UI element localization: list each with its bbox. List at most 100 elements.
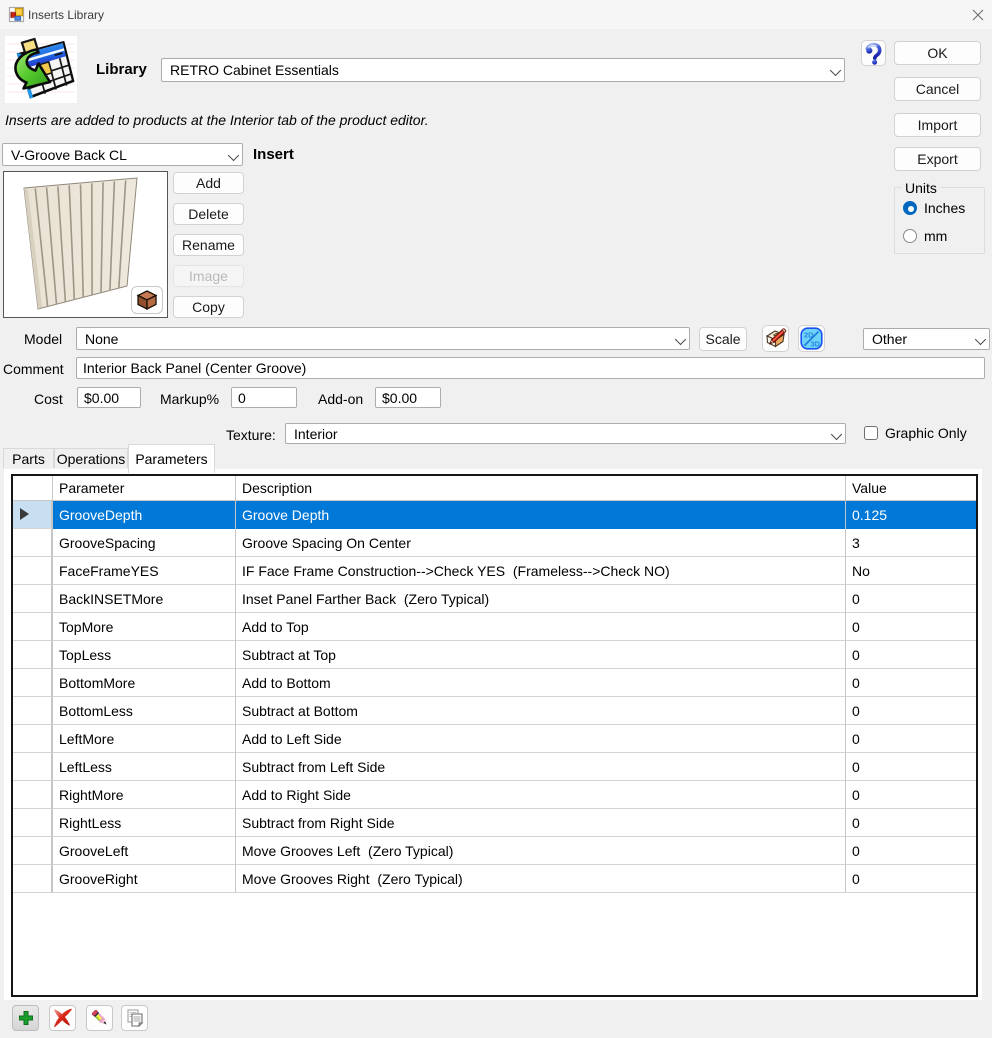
- cell-parameter[interactable]: BottomMore: [52, 669, 235, 697]
- comment-input[interactable]: Interior Back Panel (Center Groove): [76, 357, 985, 379]
- cell-parameter[interactable]: FaceFrameYES: [52, 557, 235, 585]
- cell-value[interactable]: 0: [845, 641, 976, 669]
- grid-row-TopLess[interactable]: TopLessSubtract at Top0: [13, 641, 977, 669]
- insert-combobox[interactable]: V-Groove Back CL: [2, 143, 243, 166]
- cell-description[interactable]: Move Grooves Right (Zero Typical): [235, 865, 845, 893]
- cell-parameter[interactable]: GrooveSpacing: [52, 529, 235, 557]
- row-header[interactable]: [13, 641, 52, 669]
- cell-parameter[interactable]: RightMore: [52, 781, 235, 809]
- help-button[interactable]: [861, 40, 886, 66]
- cell-description[interactable]: Add to Right Side: [235, 781, 845, 809]
- row-header[interactable]: [13, 557, 52, 585]
- texture-combobox[interactable]: Interior: [285, 423, 846, 444]
- cell-value[interactable]: 3: [845, 529, 976, 557]
- row-header[interactable]: [13, 697, 52, 725]
- cell-value[interactable]: 0: [845, 781, 976, 809]
- cancel-button[interactable]: Cancel: [894, 77, 981, 101]
- 2d3d-toggle-button[interactable]: 2D 3D: [798, 325, 825, 352]
- grid-row-TopMore[interactable]: TopMoreAdd to Top0: [13, 613, 977, 641]
- cell-description[interactable]: Subtract from Right Side: [235, 809, 845, 837]
- tab-parts[interactable]: Parts: [3, 448, 54, 468]
- tab-operations[interactable]: Operations: [54, 448, 128, 468]
- grid-add-button[interactable]: [12, 1005, 39, 1031]
- row-header[interactable]: [13, 669, 52, 697]
- grid-row-BottomLess[interactable]: BottomLessSubtract at Bottom0: [13, 697, 977, 725]
- row-header[interactable]: [13, 809, 52, 837]
- delete-button[interactable]: Delete: [173, 203, 244, 225]
- cell-value[interactable]: 0: [845, 613, 976, 641]
- cell-description[interactable]: Inset Panel Farther Back (Zero Typical): [235, 585, 845, 613]
- cell-value[interactable]: 0: [845, 725, 976, 753]
- row-header[interactable]: [13, 585, 52, 613]
- row-header[interactable]: [13, 781, 52, 809]
- grid-row-RightLess[interactable]: RightLessSubtract from Right Side0: [13, 809, 977, 837]
- copy-button[interactable]: Copy: [173, 296, 244, 318]
- cell-description[interactable]: IF Face Frame Construction-->Check YES (…: [235, 557, 845, 585]
- import-button[interactable]: Import: [894, 113, 981, 137]
- cell-description[interactable]: Add to Top: [235, 613, 845, 641]
- grid-row-FaceFrameYES[interactable]: FaceFrameYESIF Face Frame Construction--…: [13, 557, 977, 585]
- add-button[interactable]: Add: [173, 172, 244, 194]
- row-header[interactable]: [13, 753, 52, 781]
- row-header[interactable]: [13, 529, 52, 557]
- cell-value[interactable]: 0: [845, 585, 976, 613]
- cell-description[interactable]: Add to Left Side: [235, 725, 845, 753]
- grid-column-header-value[interactable]: Value: [845, 476, 976, 501]
- close-button[interactable]: [960, 0, 992, 29]
- cell-description[interactable]: Add to Bottom: [235, 669, 845, 697]
- cell-description[interactable]: Subtract at Top: [235, 641, 845, 669]
- grid-column-header-parameter[interactable]: Parameter: [52, 476, 235, 501]
- cell-value[interactable]: 0: [845, 697, 976, 725]
- category-combobox[interactable]: Other: [863, 328, 990, 350]
- row-header[interactable]: [13, 837, 52, 865]
- export-button[interactable]: Export: [894, 147, 981, 171]
- radio-inches[interactable]: Inches: [903, 200, 965, 216]
- cell-value[interactable]: 0: [845, 865, 976, 893]
- tab-parameters[interactable]: Parameters: [128, 444, 215, 473]
- image-button[interactable]: Image: [173, 265, 244, 287]
- cell-value[interactable]: 0: [845, 669, 976, 697]
- grid-row-BackINSETMore[interactable]: BackINSETMoreInset Panel Farther Back (Z…: [13, 585, 977, 613]
- row-header[interactable]: [13, 501, 52, 529]
- grid-row-GrooveLeft[interactable]: GrooveLeftMove Grooves Left (Zero Typica…: [13, 837, 977, 865]
- grid-row-GrooveSpacing[interactable]: GrooveSpacingGroove Spacing On Center3: [13, 529, 977, 557]
- cell-description[interactable]: Subtract from Left Side: [235, 753, 845, 781]
- library-combobox[interactable]: RETRO Cabinet Essentials: [161, 58, 845, 82]
- rename-button[interactable]: Rename: [173, 234, 244, 256]
- cell-value[interactable]: 0: [845, 753, 976, 781]
- ok-button[interactable]: OK: [894, 41, 981, 65]
- row-header[interactable]: [13, 725, 52, 753]
- cell-parameter[interactable]: BottomLess: [52, 697, 235, 725]
- grid-row-BottomMore[interactable]: BottomMoreAdd to Bottom0: [13, 669, 977, 697]
- cell-description[interactable]: Subtract at Bottom: [235, 697, 845, 725]
- cell-parameter[interactable]: GrooveRight: [52, 865, 235, 893]
- grid-delete-button[interactable]: [49, 1005, 76, 1031]
- row-header[interactable]: [13, 865, 52, 893]
- grid-row-GrooveRight[interactable]: GrooveRightMove Grooves Right (Zero Typi…: [13, 865, 977, 893]
- cell-description[interactable]: Groove Depth: [235, 501, 845, 529]
- model-combobox[interactable]: None: [76, 327, 690, 350]
- grid-copy-button[interactable]: [121, 1005, 148, 1031]
- cell-parameter[interactable]: GrooveLeft: [52, 837, 235, 865]
- cell-parameter[interactable]: GrooveDepth: [52, 501, 235, 529]
- cell-parameter[interactable]: RightLess: [52, 809, 235, 837]
- cell-value[interactable]: 0.125: [845, 501, 976, 529]
- cell-parameter[interactable]: BackINSETMore: [52, 585, 235, 613]
- grid-column-header-description[interactable]: Description: [235, 476, 845, 501]
- sketchup-button[interactable]: [762, 325, 789, 352]
- cell-parameter[interactable]: LeftLess: [52, 753, 235, 781]
- markup-input[interactable]: 0: [231, 387, 297, 408]
- cell-parameter[interactable]: TopMore: [52, 613, 235, 641]
- grid-row-RightMore[interactable]: RightMoreAdd to Right Side0: [13, 781, 977, 809]
- view-3d-button[interactable]: [131, 286, 163, 314]
- cell-description[interactable]: Groove Spacing On Center: [235, 529, 845, 557]
- grid-row-LeftMore[interactable]: LeftMoreAdd to Left Side0: [13, 725, 977, 753]
- cell-parameter[interactable]: TopLess: [52, 641, 235, 669]
- radio-mm[interactable]: mm: [903, 228, 947, 244]
- grid-edit-button[interactable]: [86, 1005, 113, 1031]
- cell-description[interactable]: Move Grooves Left (Zero Typical): [235, 837, 845, 865]
- cell-value[interactable]: 0: [845, 809, 976, 837]
- row-header[interactable]: [13, 613, 52, 641]
- scale-button[interactable]: Scale: [699, 327, 747, 351]
- grid-row-LeftLess[interactable]: LeftLessSubtract from Left Side0: [13, 753, 977, 781]
